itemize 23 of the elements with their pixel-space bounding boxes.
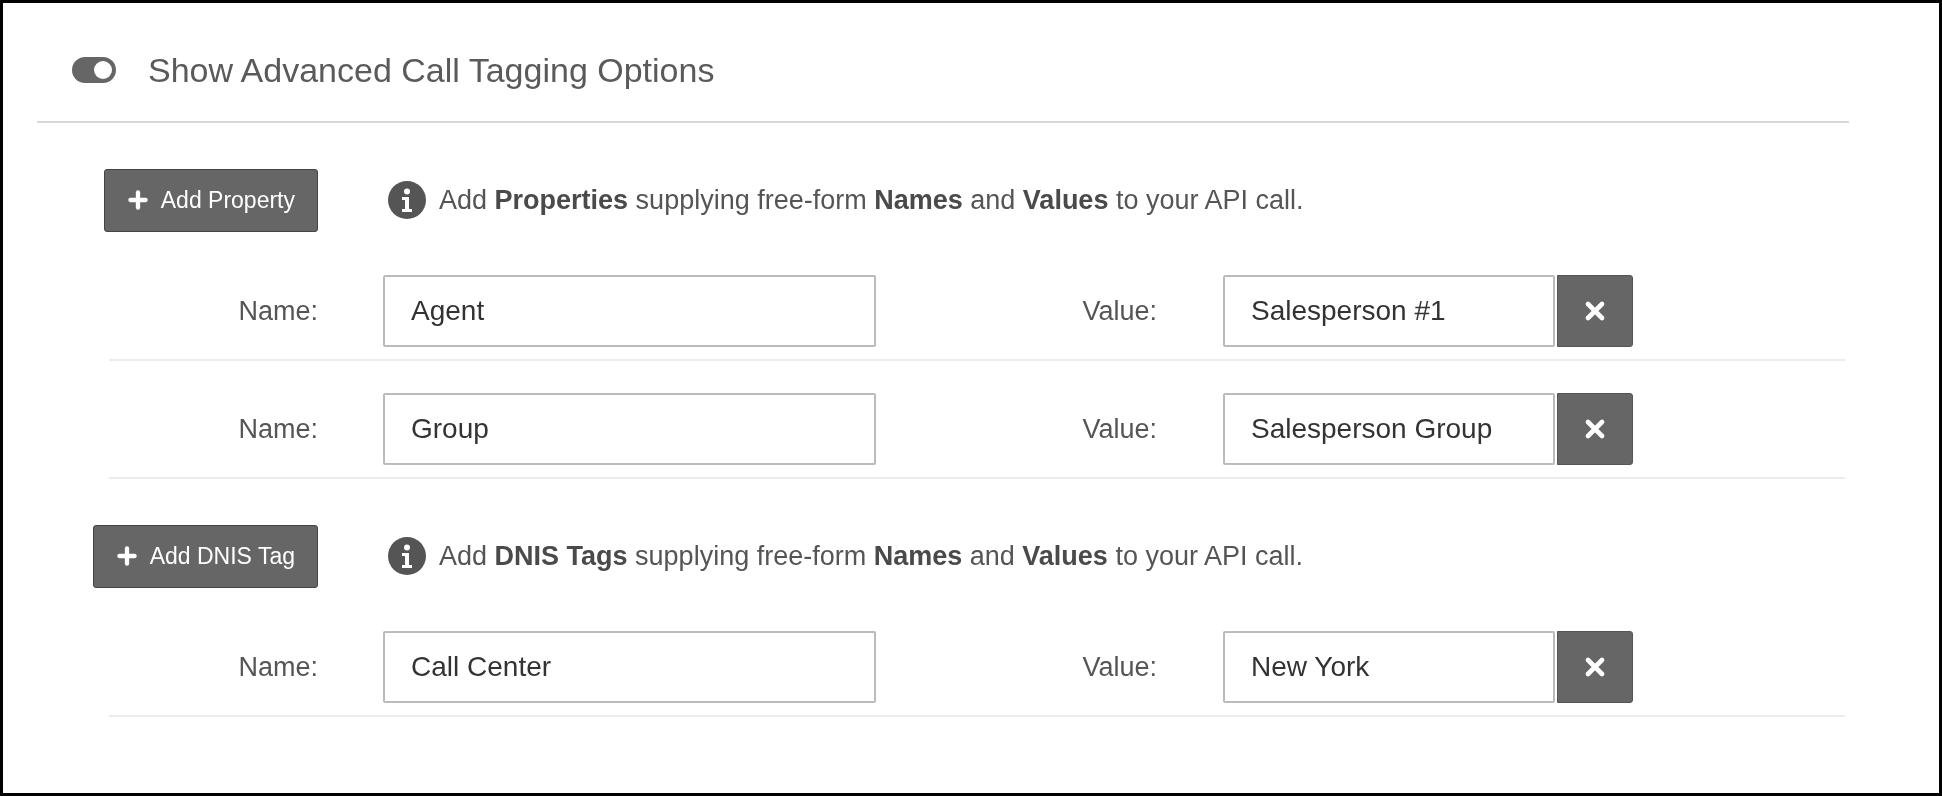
value-input[interactable]: New York (1223, 631, 1555, 703)
toggle-switch[interactable] (72, 57, 116, 83)
name-label: Name: (238, 295, 318, 327)
name-input[interactable]: Agent (383, 275, 876, 347)
remove-button[interactable] (1557, 393, 1633, 465)
value-input[interactable]: Salesperson Group (1223, 393, 1555, 465)
info-icon (387, 180, 427, 220)
value-label: Value: (1082, 413, 1157, 445)
remove-button[interactable] (1557, 631, 1633, 703)
add-button[interactable]: Add Property (103, 168, 318, 232)
value-label: Value: (1082, 295, 1157, 327)
name-label: Name: (238, 651, 318, 683)
name-input[interactable]: Group (383, 393, 876, 465)
info-icon (387, 536, 427, 576)
name-input[interactable]: Call Center (383, 631, 876, 703)
value-input[interactable]: Salesperson #1 (1223, 275, 1555, 347)
remove-button[interactable] (1557, 275, 1633, 347)
help-text: Add DNIS Tags supplying free-form Names and Values to your API call. (439, 540, 1303, 572)
section-title: Show Advanced Call Tagging Options (148, 50, 715, 90)
value-label: Value: (1082, 651, 1157, 683)
add-button[interactable]: Add DNIS Tag (92, 524, 318, 588)
name-label: Name: (238, 413, 318, 445)
help-text: Add Properties supplying free-form Names and Values to your API call. (439, 184, 1304, 216)
